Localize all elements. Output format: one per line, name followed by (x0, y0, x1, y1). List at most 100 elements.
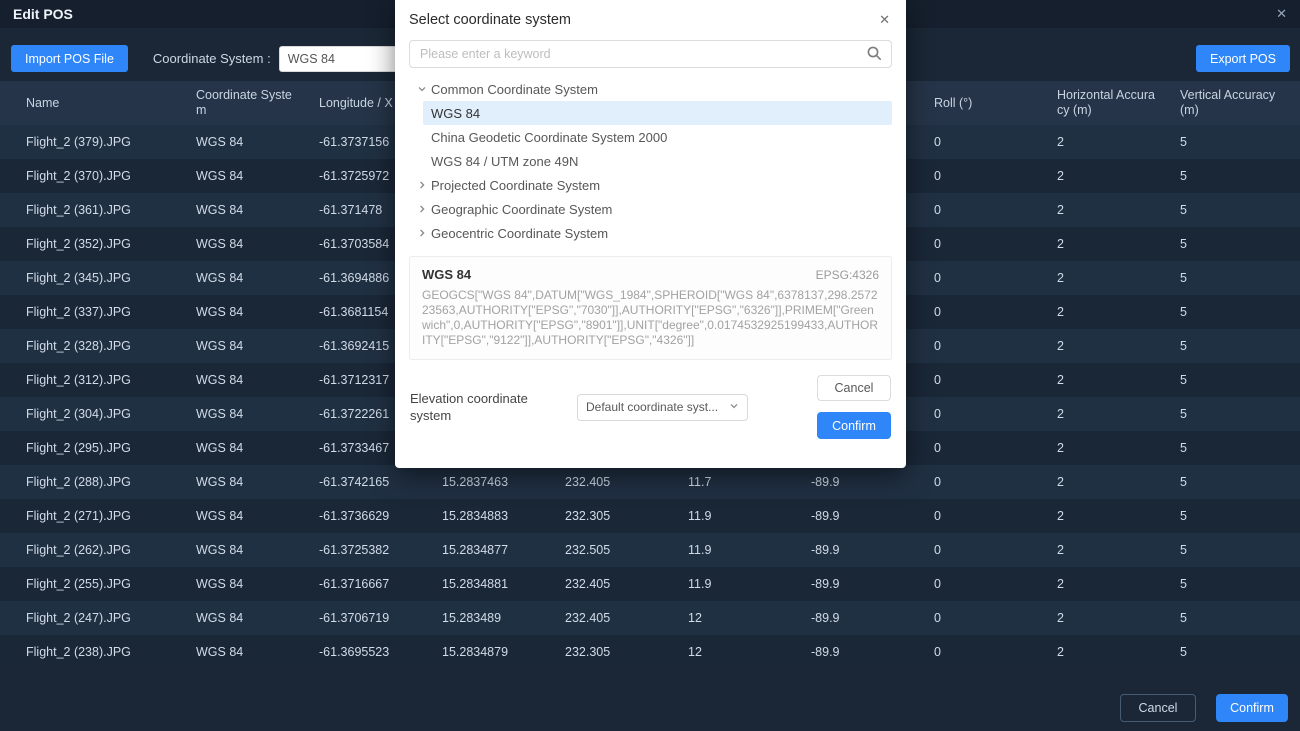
cell-vertical-accuracy: 5 (1180, 237, 1300, 251)
dialog-footer: Elevation coordinate system Default coor… (410, 375, 891, 439)
cell-roll: 0 (934, 169, 1057, 183)
tree-item-geographic-coordinate-system[interactable]: Geographic Coordinate System (395, 197, 906, 221)
cell-altitude-z: 232.405 (565, 475, 688, 489)
chevron-down-icon[interactable] (417, 84, 428, 94)
chevron-right-icon[interactable] (417, 228, 428, 238)
export-pos-button[interactable]: Export POS (1196, 45, 1290, 72)
cell-name: Flight_2 (304).JPG (26, 407, 196, 421)
dialog-title: Select coordinate system (409, 12, 571, 28)
tree-item-wgs-84-utm-zone-49n[interactable]: WGS 84 / UTM zone 49N (423, 149, 892, 173)
cell-roll: 0 (934, 135, 1057, 149)
cell-vertical-accuracy: 5 (1180, 203, 1300, 217)
chevron-right-icon[interactable] (417, 204, 428, 214)
tree-item-projected-coordinate-system[interactable]: Projected Coordinate System (395, 173, 906, 197)
tree-item-china-geodetic-2000[interactable]: China Geodetic Coordinate System 2000 (423, 125, 892, 149)
table-row[interactable]: Flight_2 (238).JPGWGS 84-61.369552315.28… (0, 635, 1300, 669)
cell-altitude-z: 232.305 (565, 645, 688, 659)
cell-coordinate-system: WGS 84 (196, 407, 319, 421)
window-title: Edit POS (13, 6, 73, 22)
tree-item-label: China Geodetic Coordinate System 2000 (431, 130, 667, 145)
cell-name: Flight_2 (312).JPG (26, 373, 196, 387)
cell-vertical-accuracy: 5 (1180, 407, 1300, 421)
elevation-coordinate-section: Elevation coordinate system Default coor… (410, 375, 748, 439)
dialog-cancel-button[interactable]: Cancel (817, 375, 891, 401)
dialog-close-icon[interactable]: ✕ (879, 12, 890, 28)
cell-vertical-accuracy: 5 (1180, 543, 1300, 557)
table-row[interactable]: Flight_2 (255).JPGWGS 84-61.371666715.28… (0, 567, 1300, 601)
cell-roll: 0 (934, 577, 1057, 591)
cell-horizontal-accuracy: 2 (1057, 509, 1180, 523)
cancel-button[interactable]: Cancel (1120, 694, 1196, 722)
coordinate-system-input[interactable] (279, 46, 399, 72)
cell-vertical-accuracy: 5 (1180, 373, 1300, 387)
table-row[interactable]: Flight_2 (288).JPGWGS 84-61.374216515.28… (0, 465, 1300, 499)
tree-item-wgs-84[interactable]: WGS 84 (423, 101, 892, 125)
cell-horizontal-accuracy: 2 (1057, 645, 1180, 659)
cell-horizontal-accuracy: 2 (1057, 407, 1180, 421)
cell-vertical-accuracy: 5 (1180, 305, 1300, 319)
cell-roll: 0 (934, 339, 1057, 353)
epsg-code: EPSG:4326 (816, 268, 879, 282)
cell-longitude-x: -61.3725382 (319, 543, 442, 557)
tree-item-label: WGS 84 / UTM zone 49N (431, 154, 578, 169)
table-row[interactable]: Flight_2 (271).JPGWGS 84-61.373662915.28… (0, 499, 1300, 533)
cell-yaw: 12 (688, 611, 811, 625)
cell-latitude-y: 15.2834881 (442, 577, 565, 591)
tree-item-common-coordinate-system[interactable]: Common Coordinate System (395, 77, 906, 101)
cell-coordinate-system: WGS 84 (196, 475, 319, 489)
cell-roll: 0 (934, 373, 1057, 387)
tree-item-label: Common Coordinate System (431, 82, 598, 97)
cell-horizontal-accuracy: 2 (1057, 203, 1180, 217)
cell-pitch: -89.9 (811, 645, 934, 659)
chevron-down-icon (729, 400, 739, 414)
dialog-confirm-button[interactable]: Confirm (817, 412, 891, 439)
dialog-header: Select coordinate system ✕ (395, 0, 906, 33)
cell-longitude-x: -61.3742165 (319, 475, 442, 489)
detail-name: WGS 84 (422, 267, 471, 282)
cell-name: Flight_2 (361).JPG (26, 203, 196, 217)
chevron-right-icon[interactable] (417, 180, 428, 190)
cell-yaw: 11.9 (688, 509, 811, 523)
import-pos-file-button[interactable]: Import POS File (11, 45, 128, 72)
cell-pitch: -89.9 (811, 577, 934, 591)
elevation-coordinate-dropdown[interactable]: Default coordinate syst... (577, 394, 748, 421)
coordinate-system-detail: WGS 84 EPSG:4326 GEOGCS["WGS 84",DATUM["… (409, 256, 892, 360)
confirm-button[interactable]: Confirm (1216, 694, 1288, 722)
cell-coordinate-system: WGS 84 (196, 509, 319, 523)
cell-horizontal-accuracy: 2 (1057, 271, 1180, 285)
cell-roll: 0 (934, 271, 1057, 285)
cell-name: Flight_2 (352).JPG (26, 237, 196, 251)
cell-roll: 0 (934, 509, 1057, 523)
cell-vertical-accuracy: 5 (1180, 169, 1300, 183)
cell-name: Flight_2 (238).JPG (26, 645, 196, 659)
cell-name: Flight_2 (247).JPG (26, 611, 196, 625)
table-row[interactable]: Flight_2 (262).JPGWGS 84-61.372538215.28… (0, 533, 1300, 567)
column-header-name: Name (26, 96, 196, 111)
cell-vertical-accuracy: 5 (1180, 135, 1300, 149)
tree-item-geocentric-coordinate-system[interactable]: Geocentric Coordinate System (395, 221, 906, 245)
table-row[interactable]: Flight_2 (247).JPGWGS 84-61.370671915.28… (0, 601, 1300, 635)
coordinate-system-tree: Common Coordinate System WGS 84 China Ge… (395, 68, 906, 251)
cell-pitch: -89.9 (811, 543, 934, 557)
cell-yaw: 11.7 (688, 475, 811, 489)
cell-horizontal-accuracy: 2 (1057, 475, 1180, 489)
cell-latitude-y: 15.2834883 (442, 509, 565, 523)
cell-name: Flight_2 (295).JPG (26, 441, 196, 455)
tree-item-label: Projected Coordinate System (431, 178, 600, 193)
search-icon[interactable] (866, 45, 883, 67)
cell-horizontal-accuracy: 2 (1057, 441, 1180, 455)
cell-pitch: -89.9 (811, 509, 934, 523)
dropdown-value: Default coordinate syst... (586, 400, 718, 414)
cell-name: Flight_2 (379).JPG (26, 135, 196, 149)
search-input[interactable] (409, 40, 892, 68)
cell-vertical-accuracy: 5 (1180, 645, 1300, 659)
column-header-roll: Roll (°) (934, 96, 1057, 111)
cell-horizontal-accuracy: 2 (1057, 373, 1180, 387)
tree-item-label: WGS 84 (431, 106, 480, 121)
cell-name: Flight_2 (288).JPG (26, 475, 196, 489)
window-close-icon[interactable]: ✕ (1276, 6, 1287, 22)
column-header-coordinate-system: Coordinate System (196, 88, 319, 118)
cell-name: Flight_2 (255).JPG (26, 577, 196, 591)
cell-horizontal-accuracy: 2 (1057, 169, 1180, 183)
cell-name: Flight_2 (271).JPG (26, 509, 196, 523)
